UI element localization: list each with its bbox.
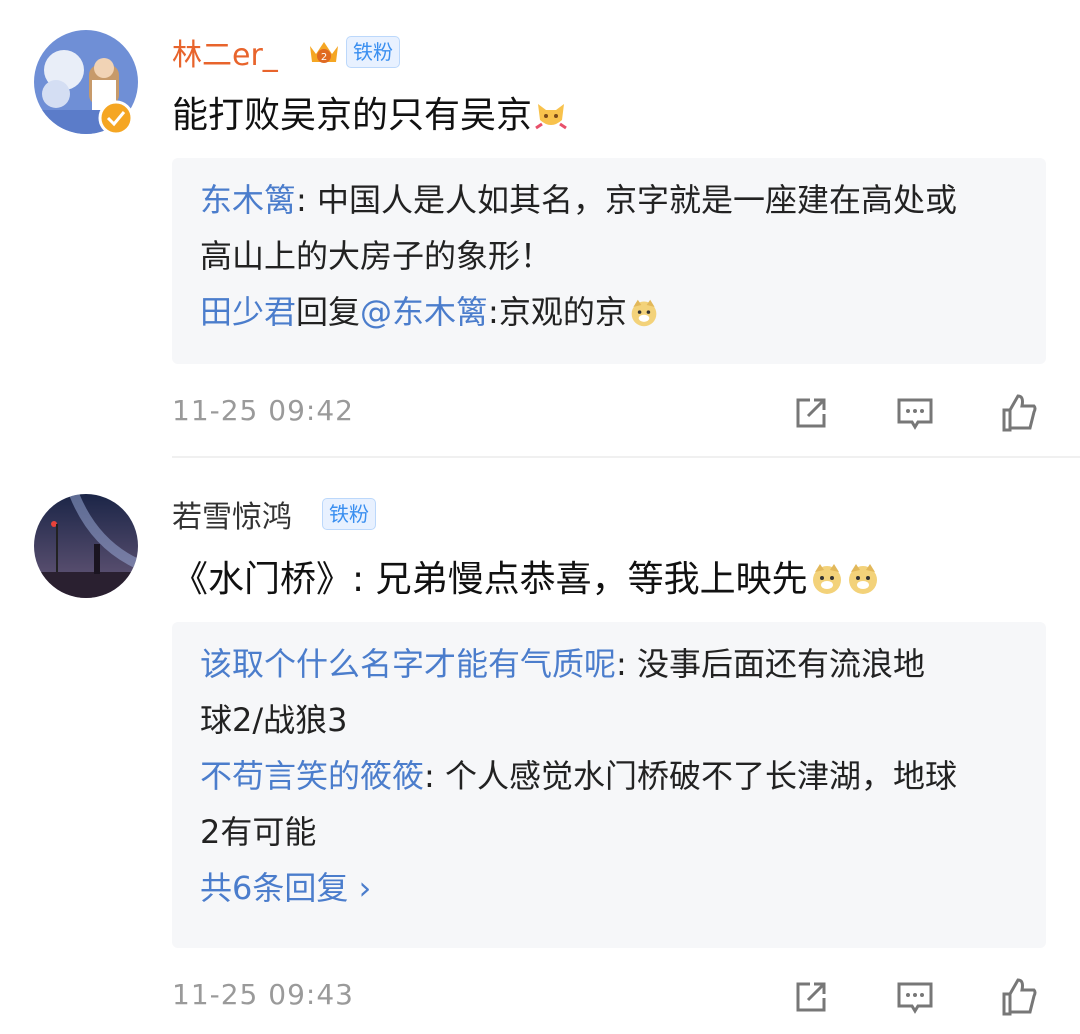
action-bar (790, 976, 1040, 1018)
reply-separator: : (424, 757, 445, 795)
comment-item: 若雪惊鸿 铁粉 《水门桥》: 兄弟慢点恭喜，等我上映先 该取个什么名字才能有气质… (0, 460, 1080, 1034)
reply-author[interactable]: 田少君 (200, 293, 296, 331)
verified-icon (98, 100, 134, 136)
share-icon[interactable] (790, 392, 832, 434)
reply-box[interactable]: 该取个什么名字才能有气质呢: 没事后面还有流浪地 球2/战狼3 不苟言笑的筱筱:… (172, 622, 1046, 948)
badge-group: 铁粉 (322, 498, 376, 530)
comment-text: 《水门桥》: 兄弟慢点恭喜，等我上映先 (172, 558, 880, 602)
svg-text:2: 2 (321, 52, 327, 63)
fan-badge: 铁粉 (346, 36, 400, 68)
comment-item: 林二er_ 2 铁粉 能打败吴京的只有吴京 东木篱: 中国人是人如其名，京字就是… (0, 0, 1080, 460)
reply-box[interactable]: 东木篱: 中国人是人如其名，京字就是一座建在高处或 高山上的大房子的象形！ 田少… (172, 158, 1046, 364)
comment-text-content: 能打败吴京的只有吴京 (172, 95, 533, 136)
timestamp: 11-25 09:43 (172, 978, 354, 1011)
reply-separator: : (296, 181, 317, 219)
doge-emoji (846, 562, 880, 596)
reply-item: 田少君回复@东木篱:京观的京 (200, 284, 1016, 340)
doge-emoji (629, 289, 663, 327)
reply-mention[interactable]: @东木篱 (360, 293, 488, 331)
reply-text-cont: 2有可能 (200, 813, 317, 851)
reply-author[interactable]: 东木篱 (200, 181, 296, 219)
reply-verb: 回复 (296, 293, 361, 331)
cat-emoji (534, 98, 568, 132)
reply-author[interactable]: 不苟言笑的筱筱 (200, 757, 424, 795)
reply-text: 中国人是人如其名，京字就是一座建在高处或 (316, 181, 957, 219)
comment-icon[interactable] (894, 976, 936, 1018)
badge-group: 2 铁粉 (306, 34, 400, 70)
view-more-replies-link[interactable]: 共6条回复 › (200, 860, 1016, 916)
crown-level-icon: 2 (310, 42, 338, 63)
fan-badge: 铁粉 (322, 498, 376, 530)
share-icon[interactable] (790, 976, 832, 1018)
timestamp: 11-25 09:42 (172, 394, 354, 427)
reply-separator: : (616, 645, 637, 683)
comment-text: 能打败吴京的只有吴京 (172, 94, 568, 138)
action-bar (790, 392, 1040, 434)
reply-item: 该取个什么名字才能有气质呢: 没事后面还有流浪地 球2/战狼3 (200, 636, 1016, 748)
reply-text-cont: 球2/战狼3 (200, 701, 348, 739)
reply-text: 个人感觉水门桥破不了长津湖，地球 (444, 757, 957, 795)
reply-item: 不苟言笑的筱筱: 个人感觉水门桥破不了长津湖，地球 2有可能 (200, 748, 1016, 860)
doge-emoji (810, 562, 844, 596)
reply-text: :京观的京 (488, 293, 627, 331)
divider (172, 456, 1080, 458)
username[interactable]: 若雪惊鸿 (172, 500, 292, 536)
reply-text-cont: 高山上的大房子的象形！ (200, 237, 553, 275)
like-icon[interactable] (998, 392, 1040, 434)
username[interactable]: 林二er_ (172, 38, 278, 74)
reply-author[interactable]: 该取个什么名字才能有气质呢 (200, 645, 616, 683)
comment-icon[interactable] (894, 392, 936, 434)
reply-item: 东木篱: 中国人是人如其名，京字就是一座建在高处或 高山上的大房子的象形！ (200, 172, 1016, 284)
comment-text-content: 《水门桥》: 兄弟慢点恭喜，等我上映先 (172, 559, 808, 600)
like-icon[interactable] (998, 976, 1040, 1018)
reply-text: 没事后面还有流浪地 (636, 645, 925, 683)
avatar[interactable] (34, 494, 138, 598)
